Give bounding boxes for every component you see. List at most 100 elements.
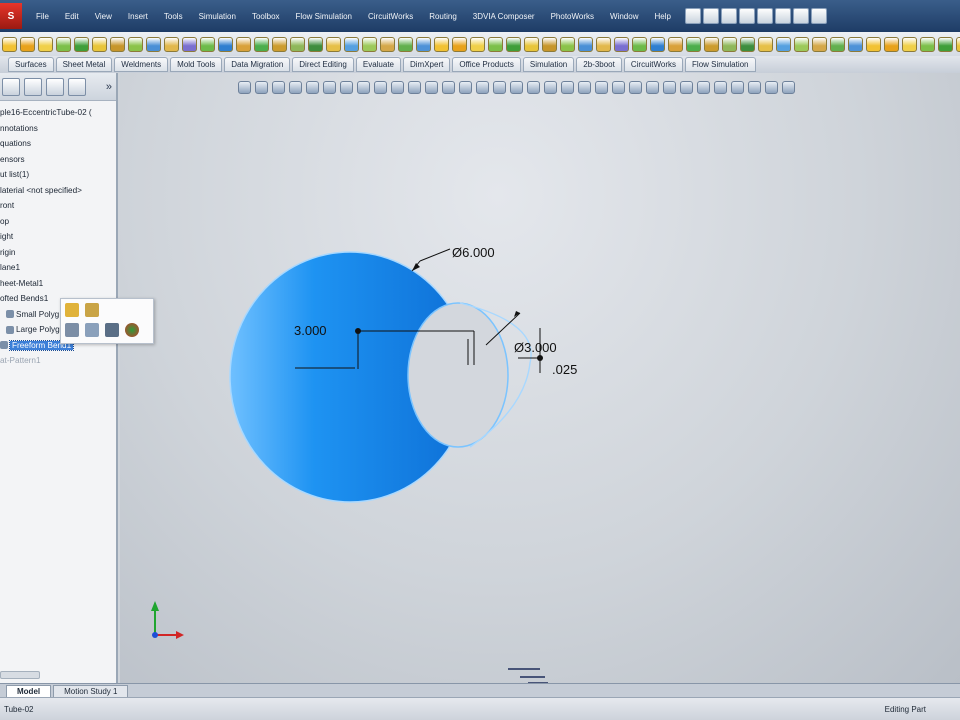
command-icon[interactable] (434, 36, 449, 52)
command-icon[interactable] (290, 36, 305, 52)
menu-help[interactable]: Help (646, 12, 678, 21)
tab-office-products[interactable]: Office Products (452, 57, 521, 72)
appearance-icon[interactable] (125, 323, 139, 337)
suppress-icon[interactable] (65, 323, 79, 337)
tab-dimxpert[interactable]: DimXpert (403, 57, 451, 72)
command-icon[interactable] (830, 36, 845, 52)
command-icon[interactable] (686, 36, 701, 52)
feature-tree-item[interactable]: ensors (0, 152, 116, 168)
feature-tree-item[interactable]: ut list(1) (0, 167, 116, 183)
feature-tree-item[interactable]: nnotations (0, 121, 116, 137)
command-icon[interactable] (272, 36, 287, 52)
undercut-icon[interactable] (544, 80, 557, 94)
save-icon[interactable] (720, 8, 737, 24)
tab-evaluate[interactable]: Evaluate (355, 57, 401, 72)
open-document-icon[interactable] (702, 8, 719, 24)
menu-photoworks[interactable]: PhotoWorks (543, 12, 602, 21)
command-icon[interactable] (866, 36, 881, 52)
menu-edit[interactable]: Edit (57, 12, 87, 21)
feature-tree-item[interactable]: quations (0, 136, 116, 152)
command-icon[interactable] (758, 36, 773, 52)
tab-direct-editing[interactable]: Direct Editing (292, 57, 354, 72)
configuration-manager-icon[interactable] (46, 77, 64, 96)
normal-to-icon[interactable] (105, 323, 119, 337)
command-icon[interactable] (416, 36, 431, 52)
options-icon[interactable] (810, 8, 827, 24)
sensor-icon[interactable] (697, 80, 710, 94)
command-icon[interactable] (776, 36, 791, 52)
command-icon[interactable] (902, 36, 917, 52)
view-cube-icon[interactable] (765, 80, 778, 94)
command-icon[interactable] (452, 36, 467, 52)
command-icon[interactable] (632, 36, 647, 52)
perspective-icon[interactable] (425, 80, 438, 94)
menu-view[interactable]: View (87, 12, 120, 21)
feature-tree-scrollbar[interactable] (0, 671, 40, 679)
shadows-icon[interactable] (408, 80, 421, 94)
command-icon[interactable] (74, 36, 89, 52)
command-icon[interactable] (542, 36, 557, 52)
tab-surfaces[interactable]: Surfaces (8, 57, 54, 72)
feature-tree-item[interactable]: ight (0, 229, 116, 245)
graphics-area[interactable]: 3.000 Ø6.000 Ø3.000 .025 (120, 73, 960, 683)
previous-view-icon[interactable] (272, 80, 285, 94)
bottom-tab-model[interactable]: Model (6, 685, 52, 697)
tab-simulation[interactable]: Simulation (522, 57, 575, 72)
command-icon[interactable] (722, 36, 737, 52)
new-document-icon[interactable] (684, 8, 701, 24)
command-icon[interactable] (164, 36, 179, 52)
command-icon[interactable] (344, 36, 359, 52)
command-icon[interactable] (146, 36, 161, 52)
command-icon[interactable] (812, 36, 827, 52)
tab-mold-tools[interactable]: Mold Tools (170, 57, 223, 72)
solidworks-logo[interactable]: S (0, 3, 22, 29)
command-icon[interactable] (56, 36, 71, 52)
tab-weldments[interactable]: Weldments (114, 57, 169, 72)
command-icon[interactable] (488, 36, 503, 52)
command-icon[interactable] (20, 36, 35, 52)
command-icon[interactable] (182, 36, 197, 52)
zoom-to-fit-icon[interactable] (238, 80, 251, 94)
thickness-icon[interactable] (578, 80, 591, 94)
command-icon[interactable] (218, 36, 233, 52)
bottom-tab-motion-study-1[interactable]: Motion Study 1 (53, 685, 129, 697)
command-icon[interactable] (578, 36, 593, 52)
expand-panel-icon[interactable]: » (106, 81, 112, 93)
feature-tree-item[interactable]: ple16-EccentricTube-02 ( (0, 105, 116, 121)
command-icon[interactable] (398, 36, 413, 52)
tab-2b-3boot[interactable]: 2b-3boot (576, 57, 622, 72)
tab-flow-simulation[interactable]: Flow Simulation (685, 57, 756, 72)
menu-flow-simulation[interactable]: Flow Simulation (288, 12, 360, 21)
apply-scene-icon[interactable] (374, 80, 387, 94)
feature-tree-item[interactable]: rigin (0, 245, 116, 261)
feature-tree-icon[interactable] (2, 77, 20, 96)
feature-tree-item[interactable]: heet-Metal1 (0, 276, 116, 292)
display-style-icon[interactable] (323, 80, 336, 94)
compare-icon[interactable] (629, 80, 642, 94)
tab-circuitworks[interactable]: CircuitWorks (623, 57, 684, 72)
menu-circuitworks[interactable]: CircuitWorks (360, 12, 421, 21)
edit-feature-icon[interactable] (65, 303, 79, 317)
menu-routing[interactable]: Routing (421, 12, 465, 21)
command-icon[interactable] (650, 36, 665, 52)
reference-icon[interactable] (714, 80, 727, 94)
command-icon[interactable] (920, 36, 935, 52)
model-canvas[interactable]: 3.000 Ø6.000 Ø3.000 .025 (120, 73, 960, 683)
print-icon[interactable] (738, 8, 755, 24)
feature-tree-item[interactable]: op (0, 214, 116, 230)
hide-show-icon[interactable] (340, 80, 353, 94)
parting-line-icon[interactable] (561, 80, 574, 94)
thickness-dimension[interactable]: .025 (552, 362, 577, 377)
command-icon[interactable] (704, 36, 719, 52)
symmetry-icon[interactable] (612, 80, 625, 94)
section-properties-icon[interactable] (680, 80, 693, 94)
small-diameter-dimension[interactable]: Ø3.000 (514, 340, 557, 355)
measure-icon[interactable] (646, 80, 659, 94)
feature-tree-item[interactable]: ront (0, 198, 116, 214)
menu-tools[interactable]: Tools (156, 12, 191, 21)
tube-small-opening[interactable] (407, 302, 509, 448)
command-icon[interactable] (470, 36, 485, 52)
command-icon[interactable] (794, 36, 809, 52)
command-icon[interactable] (92, 36, 107, 52)
menu-simulation[interactable]: Simulation (191, 12, 244, 21)
